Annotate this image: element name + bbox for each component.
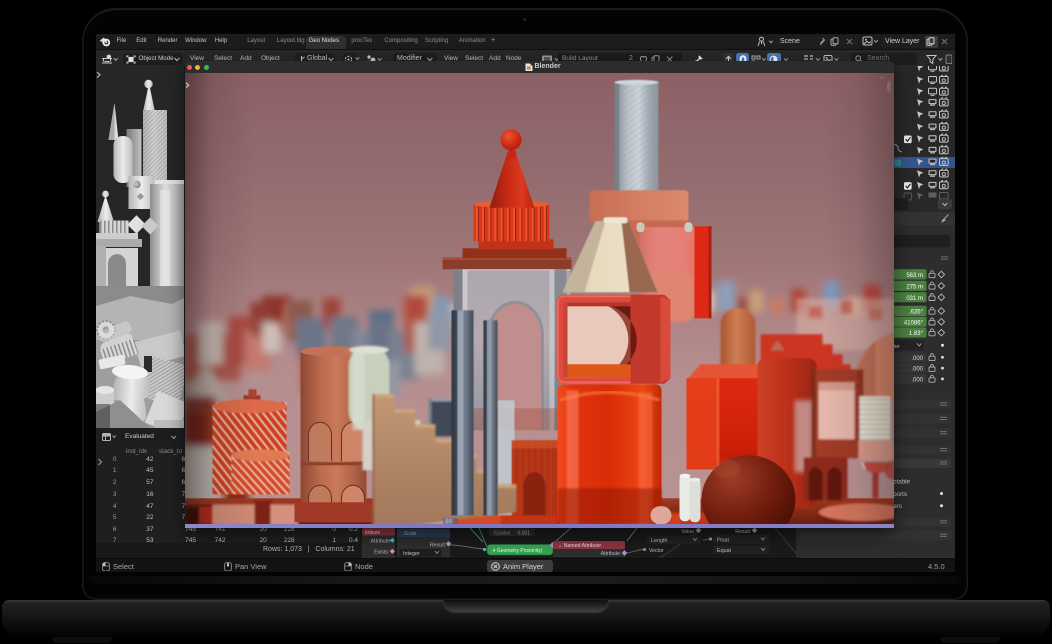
svg-text:Result: Result xyxy=(430,542,446,548)
svg-text:41086°: 41086° xyxy=(904,320,924,326)
svg-text:⏵ Geometry Proximity): ⏵ Geometry Proximity) xyxy=(493,548,543,554)
svg-text:563 m: 563 m xyxy=(906,273,923,279)
svg-text:⌄ Named Attribute: ⌄ Named Attribute xyxy=(558,543,601,549)
svg-text:Value: Value xyxy=(681,529,694,535)
svg-text:Equal: Equal xyxy=(717,548,731,554)
svg-text:1.83°: 1.83° xyxy=(909,331,924,337)
svg-text:0.001: 0.001 xyxy=(517,530,530,536)
svg-text:Integer: Integer xyxy=(403,551,420,557)
svg-text:275 m: 275 m xyxy=(906,284,923,290)
svg-text:Length: Length xyxy=(651,538,668,544)
svg-text:.000: .000 xyxy=(911,367,923,373)
svg-text:.000: .000 xyxy=(911,356,923,362)
svg-text:031 m: 031 m xyxy=(906,296,923,302)
svg-text:Exists: Exists xyxy=(374,550,388,556)
svg-text:Result: Result xyxy=(735,529,750,535)
svg-text:.000: .000 xyxy=(911,378,923,384)
svg-text:.635°: .635° xyxy=(909,310,924,316)
svg-text:Float: Float xyxy=(717,537,729,543)
svg-text:Scale: Scale xyxy=(404,531,417,537)
svg-text:Attribute: Attribute xyxy=(601,551,620,557)
svg-text:Attribute: Attribute xyxy=(371,539,390,545)
svg-text:Epsilon: Epsilon xyxy=(494,530,511,536)
svg-text:Vector: Vector xyxy=(649,548,664,554)
svg-text:ttribute: ttribute xyxy=(365,530,381,536)
